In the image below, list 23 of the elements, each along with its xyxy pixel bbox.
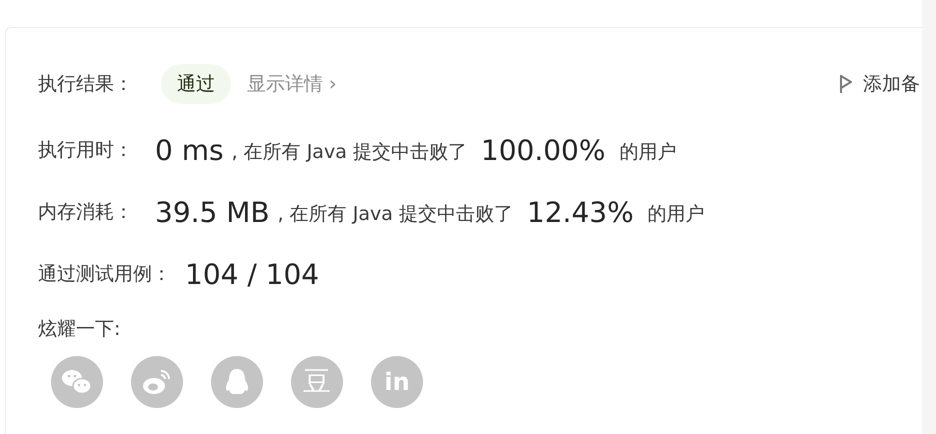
stat-text: , 在所有 Java 提交中击败了 [232,140,467,165]
stat-value: 39.5 MB [155,196,270,228]
result-label: 执行结果： [38,72,133,97]
eye-waves-icon[interactable] [131,356,183,408]
chat-bubbles-icon[interactable] [51,356,103,408]
linkedin-button[interactable]: in [371,356,423,408]
add-note-button[interactable]: 添加备 [839,71,920,97]
douban-button[interactable]: 豆 [291,356,343,408]
flag-icon [839,74,853,94]
stat-text: , 在所有 Java 提交中击败了 [278,202,513,227]
tests-label: 通过测试用例： [38,262,171,287]
details-link[interactable]: 显示详情 › [247,71,337,97]
stat-value: 0 ms [155,134,224,166]
stat-label: 执行用时： [38,138,133,163]
tests-value: 104 / 104 [185,258,320,290]
stat-text: 的用户 [648,202,705,227]
stat-label: 内存消耗： [38,200,133,225]
penguin-icon[interactable] [211,356,263,408]
stat-percent: 12.43% [526,196,634,228]
status-tag: 通过 [161,64,231,104]
share-label: 炫耀一下: [38,317,120,342]
stat-text: 的用户 [619,140,676,165]
stat-percent: 100.00% [480,134,606,166]
